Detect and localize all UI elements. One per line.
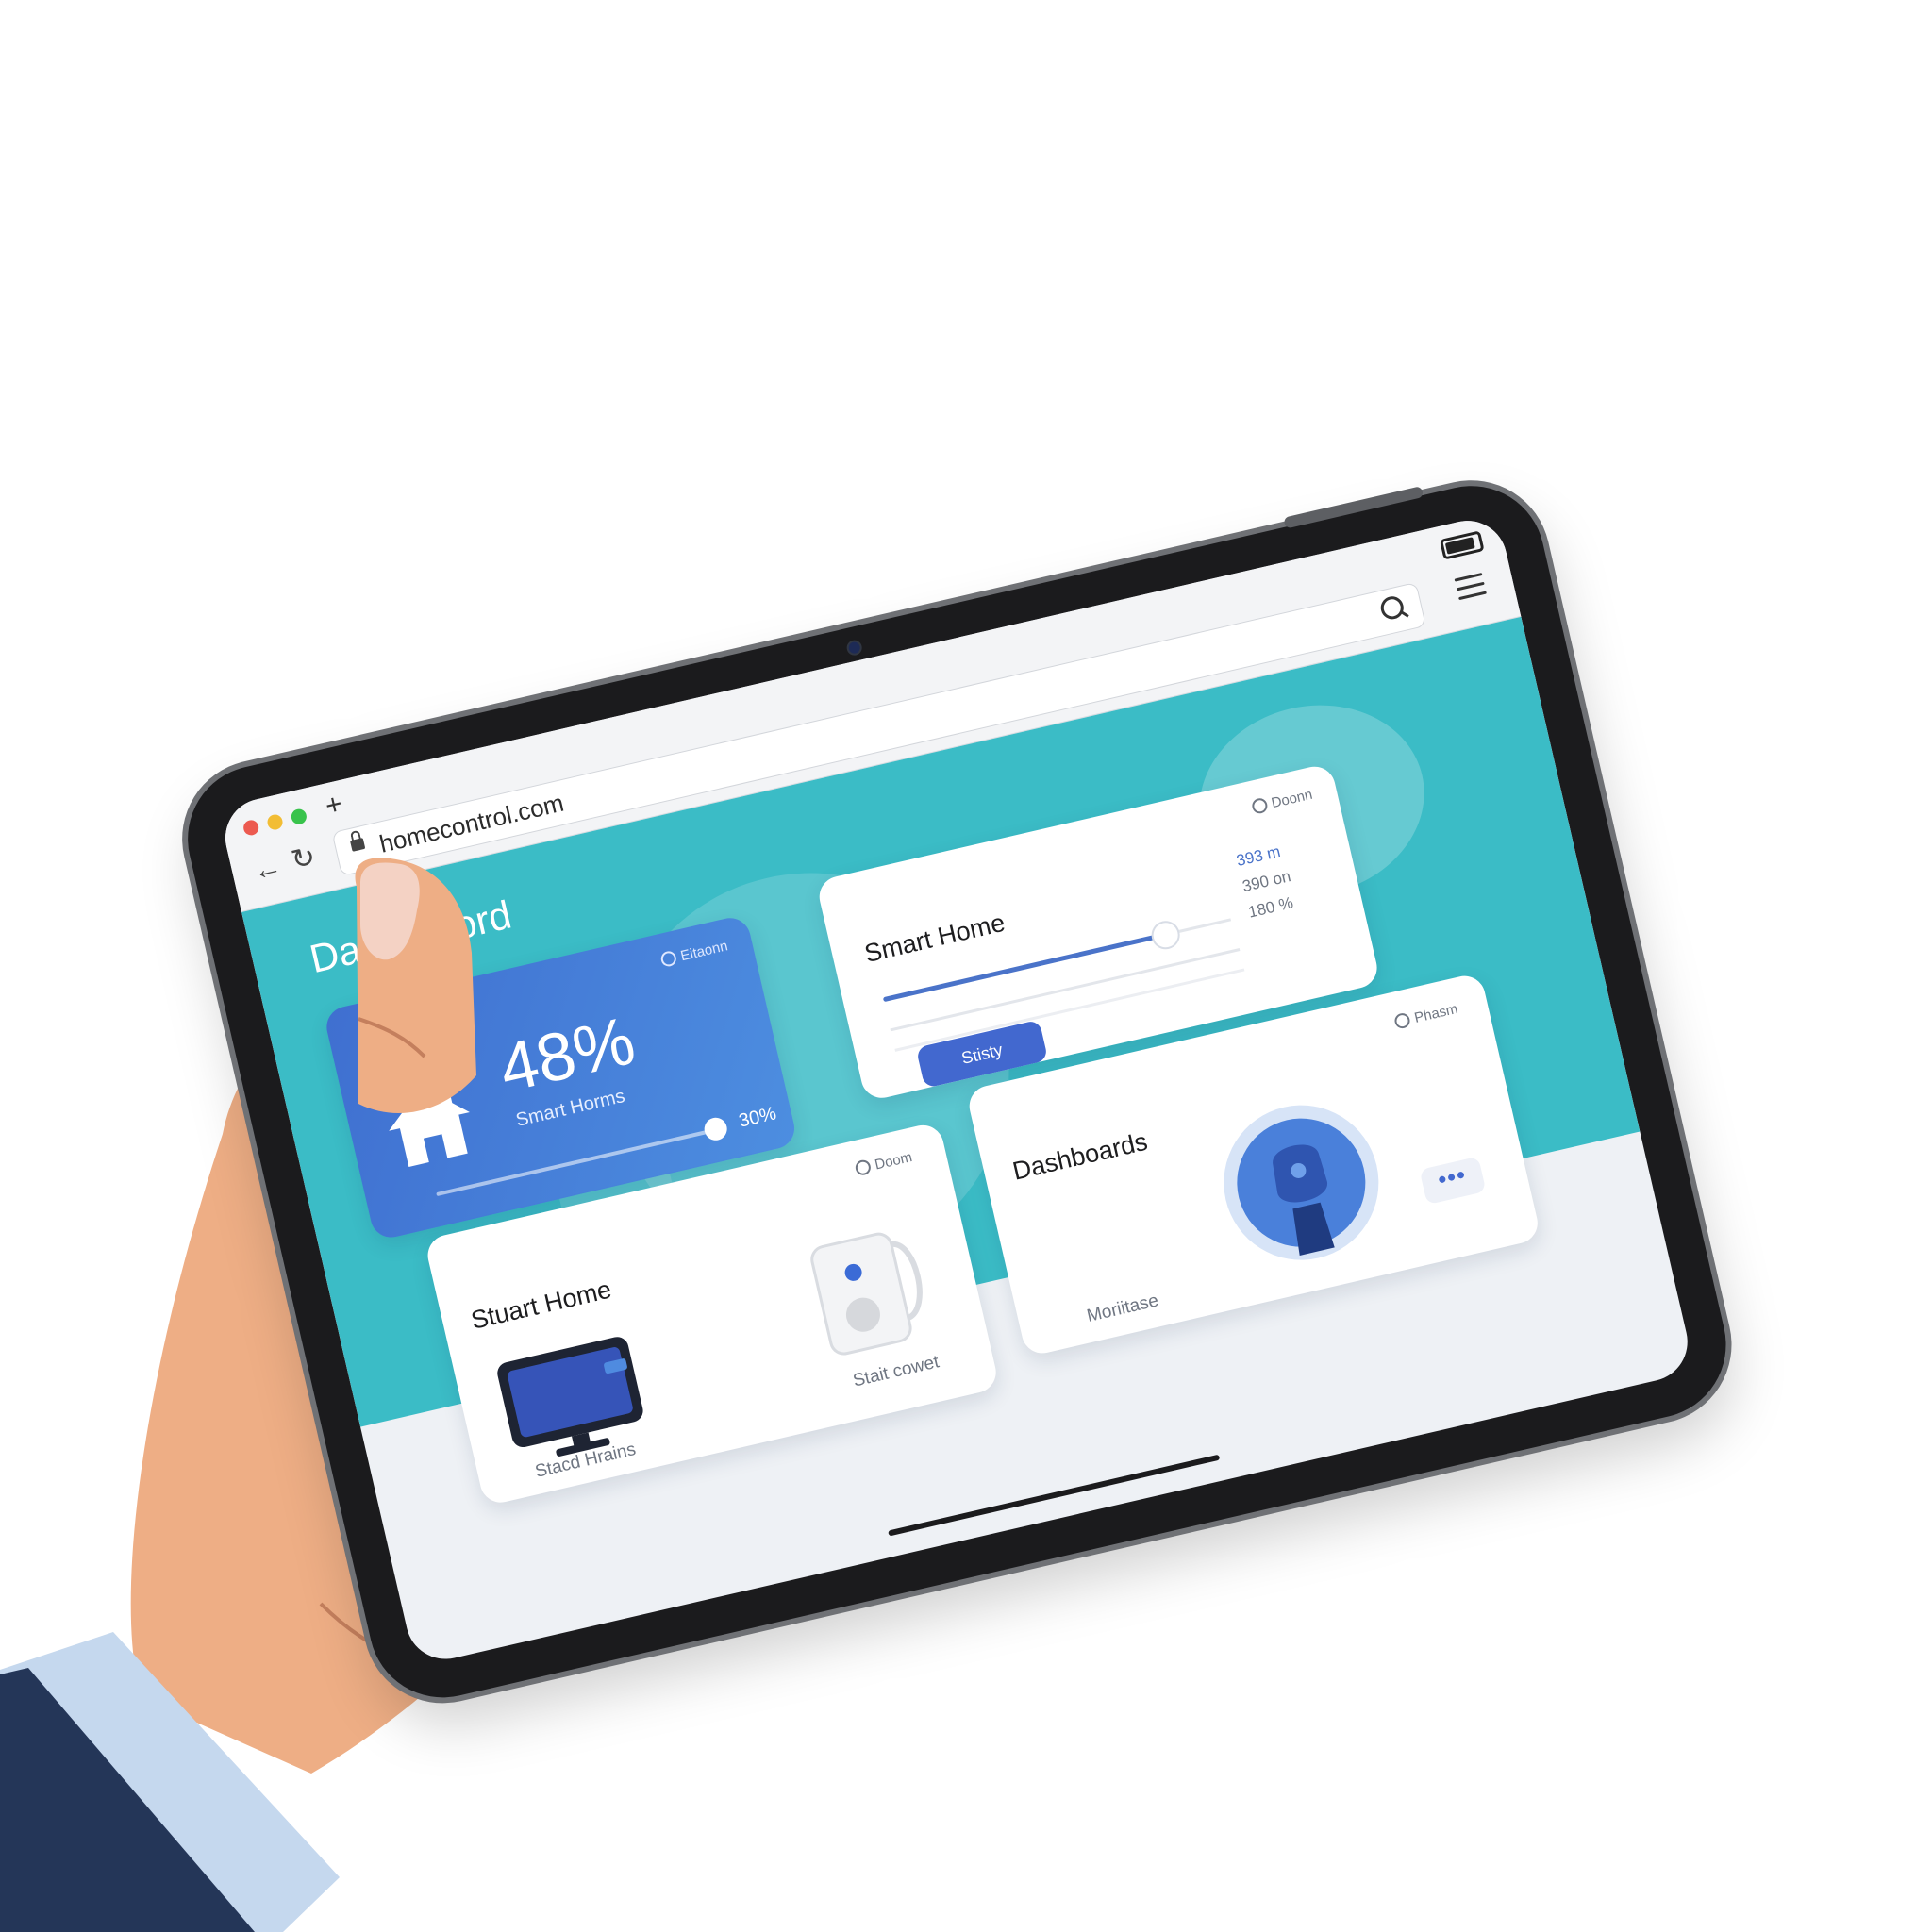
slider-handle[interactable]: [702, 1115, 730, 1143]
stat-value: 393 m: [1234, 841, 1283, 871]
reload-button[interactable]: ↻: [289, 841, 319, 877]
slider-value: 30%: [737, 1103, 779, 1132]
tablet-device: + ← ↻ homecontrol.com Dasthboord Eitaonn…: [173, 471, 1741, 1712]
close-window-button[interactable]: [242, 818, 260, 837]
card-title: Smart Home: [861, 908, 1008, 969]
device-caption: Stait cowet: [851, 1352, 941, 1391]
card-tag: Eitaonn: [659, 938, 729, 969]
card-caption: Moriitase: [1085, 1291, 1160, 1327]
info-icon: [659, 949, 678, 968]
slider-track[interactable]: [1174, 918, 1232, 934]
power-button: [1283, 486, 1424, 529]
front-camera: [845, 639, 864, 658]
maximize-window-button[interactable]: [290, 808, 308, 826]
lock-icon: [349, 838, 366, 852]
hamburger-menu-icon[interactable]: [1454, 572, 1488, 601]
smart-speaker-icon[interactable]: [802, 1216, 940, 1361]
info-icon: [1393, 1011, 1412, 1030]
minimize-window-button[interactable]: [265, 812, 285, 832]
info-icon: [1250, 796, 1269, 815]
home-indicator[interactable]: [888, 1454, 1221, 1537]
search-icon[interactable]: [1378, 593, 1407, 622]
card-tag: Doonn: [1250, 787, 1314, 816]
security-camera-icon[interactable]: [1205, 1087, 1397, 1279]
new-tab-button[interactable]: +: [323, 789, 346, 824]
card-tag: Phasm: [1393, 1001, 1459, 1031]
slider-handle[interactable]: [1148, 918, 1183, 953]
stat-value: 180 %: [1246, 893, 1295, 922]
card-title: Stuart Home: [468, 1274, 614, 1335]
stat-value: 390 on: [1241, 867, 1293, 896]
back-button[interactable]: ←: [250, 851, 285, 889]
tablet-screen: + ← ↻ homecontrol.com Dasthboord Eitaonn…: [217, 512, 1696, 1667]
card-title: Dashboards: [1009, 1126, 1151, 1186]
more-options-button[interactable]: •••: [1419, 1156, 1487, 1206]
progress-track: [890, 948, 1241, 1032]
card-tag: Doom: [854, 1149, 914, 1177]
battery-icon: [1439, 530, 1485, 560]
home-icon: [389, 1086, 470, 1168]
info-icon: [854, 1158, 873, 1177]
